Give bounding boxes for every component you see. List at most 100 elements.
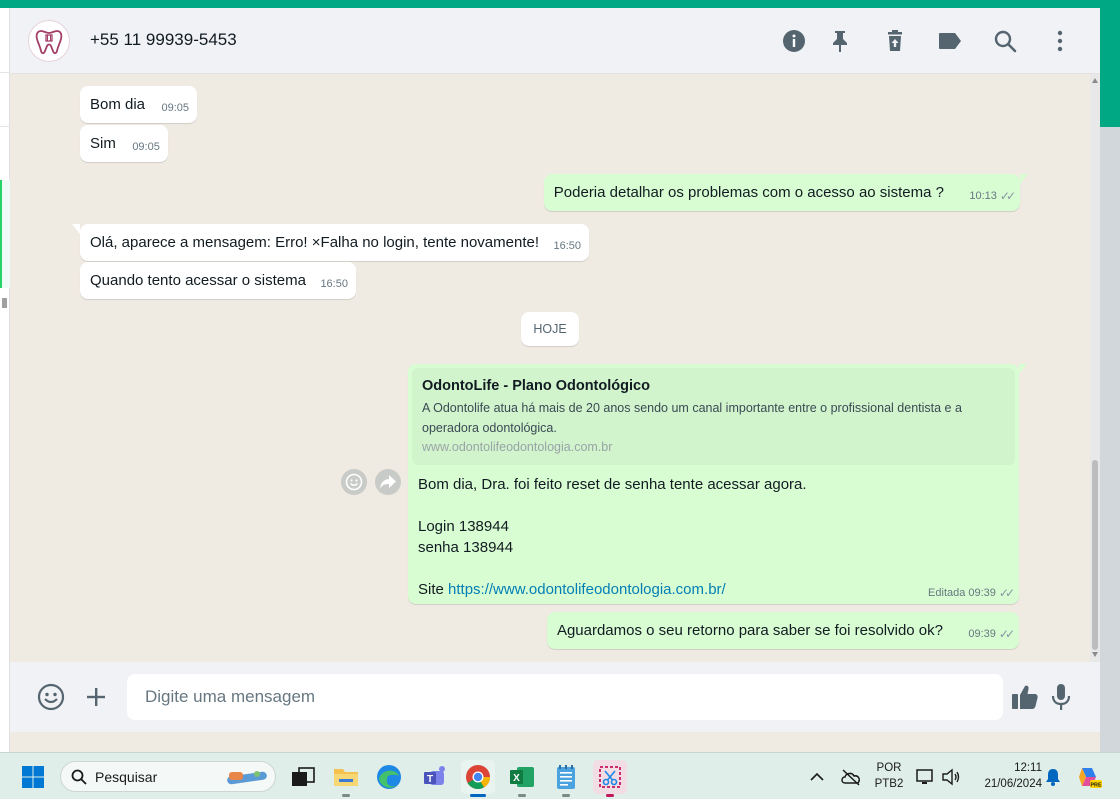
- message-site-line: Site https://www.odontolifeodontologia.c…: [418, 581, 726, 598]
- app-side-strip: [1100, 8, 1120, 127]
- emoji-react-icon[interactable]: [341, 469, 367, 495]
- thumbs-up-icon[interactable]: [1010, 682, 1040, 712]
- message-input[interactable]: [127, 674, 1003, 720]
- divider: [0, 126, 10, 127]
- panel-scroll-thumb[interactable]: [2, 298, 7, 308]
- windows-start-icon[interactable]: [16, 760, 50, 794]
- time-label: 10:13: [969, 190, 997, 202]
- task-view-icon[interactable]: [286, 760, 320, 794]
- search-icon: [71, 769, 87, 785]
- message-time: 16:50: [320, 274, 348, 295]
- message-text: Bom dia: [90, 96, 146, 113]
- excel-icon[interactable]: X: [505, 760, 539, 797]
- contact-name[interactable]: +55 11 99939-5453: [90, 30, 237, 50]
- message-incoming[interactable]: Quando tento acessar o sistema 16:50: [80, 262, 356, 299]
- message-time: 10:13 ✓✓: [969, 186, 1016, 207]
- notepad-icon[interactable]: [549, 760, 583, 797]
- running-indicator: [518, 794, 526, 797]
- message-scrollbar[interactable]: [1090, 74, 1100, 662]
- time-label: 16:50: [553, 240, 582, 252]
- message-text: Poderia detalhar os problemas com o aces…: [553, 184, 944, 201]
- link-preview-description: A Odontolife atua há mais de 20 anos sen…: [422, 401, 962, 435]
- microphone-icon[interactable]: [1046, 682, 1076, 712]
- edited-label: Editada: [928, 587, 966, 599]
- read-ticks-icon: ✓✓: [998, 586, 1015, 600]
- message-incoming[interactable]: Olá, aparece a mensagem: Erro! ×Falha no…: [72, 224, 590, 261]
- divider: [0, 72, 10, 73]
- message-text: Quando tento acessar o sistema: [90, 272, 306, 289]
- conversation-panel: +55 11 99939-5453 Bom dia 09:05 Sim 09:0…: [10, 8, 1100, 752]
- clock[interactable]: 12:11 21/06/2024: [970, 760, 1042, 792]
- teams-icon[interactable]: T: [418, 760, 452, 794]
- copilot-icon[interactable]: PRE: [1072, 760, 1106, 794]
- selected-chat-edge[interactable]: [0, 180, 10, 288]
- message-outgoing-link[interactable]: OdontoLife - Plano Odontológico A Odonto…: [408, 364, 1027, 604]
- message-time: 16:50: [553, 236, 581, 257]
- clock-time: 12:11: [1014, 762, 1042, 774]
- search-icon[interactable]: [992, 28, 1018, 54]
- edge-browser-icon[interactable]: [372, 760, 406, 794]
- input-language[interactable]: POR PTB2: [872, 760, 906, 792]
- link-preview-card[interactable]: OdontoLife - Plano Odontológico A Odonto…: [412, 368, 1015, 465]
- file-explorer-icon[interactable]: [329, 760, 363, 797]
- message-outgoing[interactable]: Poderia detalhar os problemas com o aces…: [543, 174, 1028, 211]
- scroll-up-arrow[interactable]: [1092, 78, 1098, 83]
- message-time: 09:05: [132, 137, 160, 158]
- svg-text:T: T: [427, 774, 433, 785]
- scroll-down-arrow[interactable]: [1092, 652, 1098, 657]
- message-incoming[interactable]: Bom dia 09:05: [80, 86, 198, 123]
- message-outgoing[interactable]: Aguardamos o seu retorno para saber se f…: [546, 612, 1019, 649]
- info-icon[interactable]: [781, 28, 807, 54]
- running-indicator: [606, 794, 614, 797]
- pin-icon[interactable]: [827, 28, 853, 54]
- time-label: 09:39: [968, 628, 996, 640]
- attach-plus-icon[interactable]: [81, 682, 111, 712]
- taskbar-search[interactable]: Pesquisar: [60, 761, 276, 792]
- message-text-line: Bom dia, Dra. foi feito reset de senha t…: [418, 476, 807, 493]
- link-preview-url: www.odontolifeodontologia.com.br: [422, 440, 613, 454]
- link-preview-title: OdontoLife - Plano Odontológico: [422, 378, 650, 394]
- search-label: Pesquisar: [95, 768, 158, 785]
- chrome-icon[interactable]: [461, 760, 495, 797]
- message-list[interactable]: Bom dia 09:05 Sim 09:05 Poderia detalhar…: [10, 74, 1088, 662]
- bubble-tail: [1019, 364, 1027, 374]
- contact-avatar[interactable]: [28, 20, 70, 62]
- menu-icon[interactable]: [1047, 28, 1073, 54]
- snipping-tool-icon[interactable]: [593, 760, 627, 797]
- emoji-icon[interactable]: [36, 682, 66, 712]
- forward-icon[interactable]: [375, 469, 401, 495]
- conversation-header[interactable]: +55 11 99939-5453: [10, 8, 1100, 74]
- volume-icon[interactable]: [939, 760, 963, 794]
- composer-bar: [10, 662, 1100, 732]
- network-icon[interactable]: [914, 760, 936, 794]
- message-text-line: Login 138944: [418, 518, 509, 535]
- scroll-thumb[interactable]: [1092, 460, 1098, 650]
- day-divider: HOJE: [521, 312, 579, 346]
- message-time: 09:39 ✓✓: [968, 624, 1015, 645]
- message-text-line: senha 138944: [418, 539, 514, 556]
- running-indicator: [342, 794, 350, 797]
- bubble-tail: [72, 224, 80, 234]
- window-background: [1100, 127, 1120, 752]
- onedrive-offline-icon[interactable]: [836, 760, 866, 794]
- delete-icon[interactable]: [882, 28, 908, 54]
- svg-text:PRE: PRE: [1090, 783, 1102, 789]
- tray-chevron-up-icon[interactable]: [802, 760, 832, 794]
- tooth-logo-icon: [35, 30, 63, 55]
- language-code: POR: [876, 762, 902, 774]
- time-label: 09:05: [132, 141, 160, 153]
- message-text: Sim: [90, 135, 116, 152]
- message-text: Olá, aparece a mensagem: Erro! ×Falha no…: [90, 234, 540, 251]
- running-indicator: [470, 794, 486, 797]
- message-text: Aguardamos o seu retorno para saber se f…: [556, 622, 943, 639]
- bubble-tail: [1020, 174, 1028, 184]
- website-link[interactable]: https://www.odontolifeodontologia.com.br…: [448, 581, 726, 598]
- label-icon[interactable]: [937, 28, 963, 54]
- chat-list-panel-edge: [0, 8, 10, 752]
- message-incoming[interactable]: Sim 09:05: [80, 125, 168, 162]
- read-ticks-icon: ✓✓: [998, 627, 1015, 641]
- time-label: 09:39: [968, 587, 996, 599]
- message-time: 09:05: [162, 98, 190, 119]
- message-time: Editada 09:39 ✓✓: [928, 586, 1015, 600]
- notification-bell-icon[interactable]: [1041, 760, 1065, 794]
